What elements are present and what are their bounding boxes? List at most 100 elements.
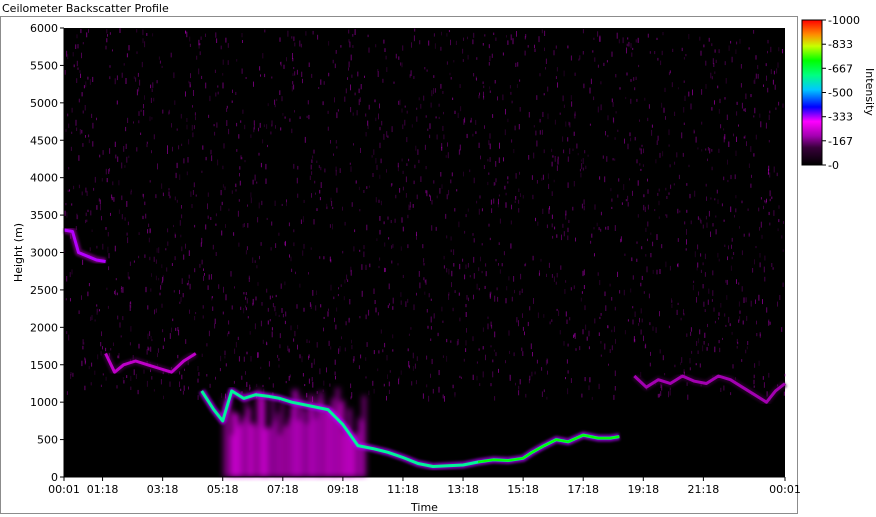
noise-speck [107, 232, 109, 237]
noise-speck [346, 274, 348, 280]
noise-speck [494, 182, 496, 186]
noise-speck [168, 191, 170, 196]
noise-speck [556, 165, 558, 171]
noise-speck [542, 208, 544, 214]
noise-speck [401, 217, 403, 223]
noise-speck [150, 84, 152, 89]
noise-speck [570, 95, 572, 100]
noise-speck [723, 176, 725, 181]
noise-speck [427, 325, 429, 329]
noise-speck [302, 216, 304, 223]
noise-speck [435, 116, 437, 119]
noise-speck [723, 219, 725, 222]
noise-speck [564, 289, 566, 294]
noise-speck [630, 43, 632, 49]
noise-speck [156, 248, 158, 253]
noise-speck [551, 223, 553, 228]
noise-speck [718, 258, 720, 262]
noise-speck [205, 82, 207, 89]
noise-speck [277, 354, 279, 358]
noise-speck [766, 307, 768, 313]
noise-speck [216, 122, 218, 128]
noise-speck [483, 165, 485, 169]
noise-speck [555, 76, 557, 79]
noise-speck [489, 237, 491, 241]
noise-speck [640, 168, 642, 171]
noise-speck [91, 229, 93, 232]
noise-speck [668, 144, 670, 147]
noise-speck [705, 148, 707, 151]
noise-speck [650, 351, 651, 356]
noise-speck [705, 215, 707, 220]
noise-speck [465, 304, 467, 308]
noise-speck [748, 233, 750, 237]
noise-speck [683, 57, 685, 60]
noise-speck [726, 295, 728, 300]
noise-speck [541, 391, 543, 397]
noise-speck [743, 136, 745, 139]
noise-speck [350, 383, 352, 389]
noise-speck [728, 45, 730, 51]
noise-speck [200, 242, 202, 247]
noise-speck [88, 366, 90, 370]
noise-speck [401, 62, 403, 68]
noise-speck [270, 131, 272, 135]
noise-speck [344, 347, 346, 352]
noise-speck [455, 40, 457, 45]
noise-speck [199, 263, 201, 268]
noise-speck [755, 299, 756, 304]
noise-speck [762, 299, 763, 305]
noise-speck [708, 37, 710, 42]
colorbar-tick-label: -500 [828, 87, 853, 100]
noise-speck [640, 329, 642, 335]
noise-speck [736, 101, 738, 105]
noise-speck [768, 319, 770, 323]
noise-speck [505, 192, 507, 196]
noise-speck [542, 111, 544, 117]
noise-speck [755, 55, 757, 60]
noise-speck [217, 91, 219, 95]
noise-speck [201, 353, 203, 357]
noise-speck [770, 69, 772, 75]
noise-speck [504, 129, 506, 136]
noise-speck [316, 391, 318, 394]
noise-speck [193, 182, 195, 188]
noise-speck [629, 132, 631, 137]
noise-speck [239, 166, 241, 170]
noise-speck [337, 109, 339, 112]
noise-speck [450, 179, 452, 184]
noise-speck [719, 98, 721, 104]
noise-speck [617, 271, 618, 277]
noise-speck [579, 346, 581, 351]
noise-speck [736, 111, 738, 116]
noise-speck [456, 341, 458, 346]
noise-speck [489, 90, 491, 93]
noise-speck [318, 87, 320, 89]
noise-speck [179, 301, 181, 304]
noise-speck [465, 348, 467, 352]
noise-speck [335, 140, 337, 144]
noise-speck [748, 163, 750, 168]
noise-speck [552, 155, 554, 158]
noise-speck [224, 356, 226, 359]
noise-speck [626, 72, 628, 76]
noise-speck [172, 318, 174, 322]
noise-speck [338, 348, 340, 354]
noise-speck [711, 107, 713, 111]
noise-speck [640, 282, 642, 287]
noise-speck [383, 221, 385, 225]
noise-speck [441, 184, 443, 189]
noise-speck [191, 124, 193, 131]
noise-speck [677, 87, 679, 90]
noise-speck [327, 311, 329, 317]
noise-speck [553, 276, 555, 282]
noise-speck [279, 37, 281, 42]
noise-speck [720, 387, 722, 392]
noise-speck [350, 54, 352, 61]
noise-speck [697, 147, 699, 150]
noise-speck [386, 67, 388, 72]
noise-speck [411, 42, 412, 48]
noise-speck [518, 199, 520, 204]
noise-speck [544, 30, 546, 36]
noise-speck [368, 47, 370, 53]
